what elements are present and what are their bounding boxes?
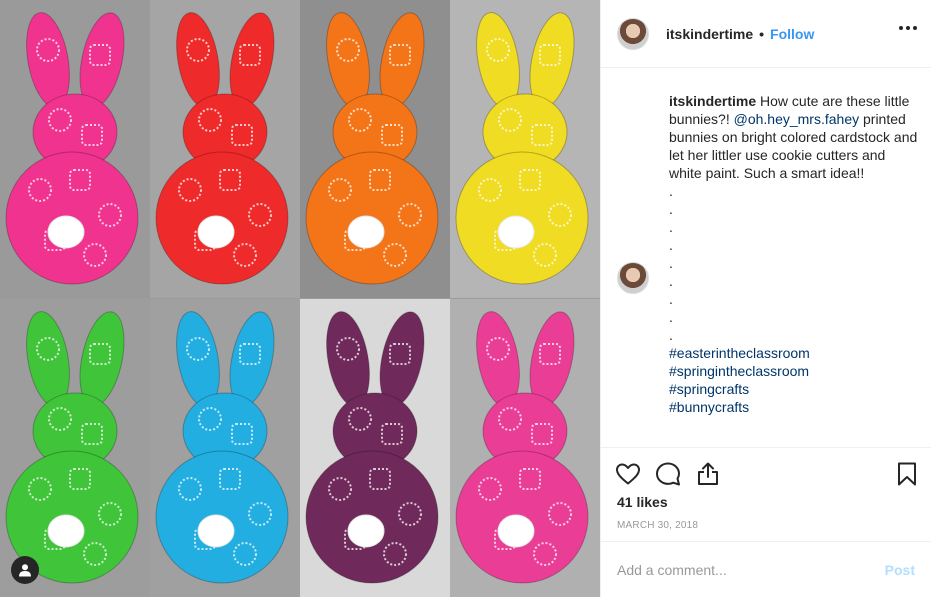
comment-bubble-icon[interactable] (654, 460, 682, 488)
caption-dots: ......... (669, 182, 919, 344)
bunny-panel (450, 299, 600, 597)
bunny-panel (150, 299, 300, 597)
like-count[interactable]: 41 likes (617, 494, 668, 510)
caption-dot: . (669, 309, 673, 325)
user-tag-icon[interactable] (11, 556, 39, 584)
header-separator: • (759, 25, 765, 42)
paper-bunny (305, 311, 439, 584)
caption-area: itskindertime How cute are these little … (617, 80, 917, 442)
paper-bunny (305, 12, 439, 285)
paper-bunny (455, 311, 589, 584)
bookmark-icon[interactable] (893, 460, 921, 488)
post-actions: 41 likes MARCH 30, 2018 (601, 447, 931, 531)
bunny-panel (0, 299, 150, 597)
paper-bunny (5, 12, 139, 285)
heart-icon[interactable] (614, 460, 642, 488)
caption-dot: . (669, 237, 673, 253)
bunny-panel (150, 0, 300, 298)
caption-mention[interactable]: @oh.hey_mrs.fahey (734, 111, 860, 127)
caption-dot: . (669, 327, 673, 343)
caption-dot: . (669, 273, 673, 289)
share-icon[interactable] (694, 460, 722, 488)
caption-dot: . (669, 291, 673, 307)
avatar[interactable] (617, 17, 649, 50)
caption: itskindertime How cute are these little … (669, 92, 919, 416)
paper-bunny (155, 311, 289, 584)
more-options-icon[interactable] (899, 26, 917, 30)
paper-bunny (5, 311, 139, 584)
post-sidebar: itskindertime • Follow itskindertime How… (600, 0, 931, 597)
hashtag-link[interactable]: #springcrafts (669, 381, 749, 397)
header-username[interactable]: itskindertime (666, 26, 753, 42)
bunny-panel (0, 0, 150, 298)
follow-button[interactable]: Follow (770, 26, 814, 42)
action-icons (601, 448, 931, 498)
paper-bunny (455, 12, 589, 285)
post-image[interactable] (0, 0, 600, 597)
caption-username[interactable]: itskindertime (669, 93, 756, 109)
instagram-post: itskindertime • Follow itskindertime How… (0, 0, 931, 597)
caption-hashtags: #easterintheclassroom #springintheclassro… (669, 344, 919, 416)
avatar[interactable] (617, 262, 649, 294)
post-comment-button[interactable]: Post (885, 562, 915, 578)
comment-input[interactable]: Add a comment... (617, 562, 885, 578)
bunny-panel (300, 299, 450, 597)
hashtag-link[interactable]: #easterintheclassroom (669, 345, 810, 361)
bunny-panel (450, 0, 600, 298)
post-header: itskindertime • Follow (601, 0, 931, 68)
hashtag-link[interactable]: #bunnycrafts (669, 399, 749, 415)
caption-dot: . (669, 255, 673, 271)
caption-dot: . (669, 183, 673, 199)
bunny-panel (300, 0, 450, 298)
post-date[interactable]: MARCH 30, 2018 (617, 520, 698, 531)
caption-dot: . (669, 201, 673, 217)
hashtag-link[interactable]: #springintheclassroom (669, 363, 809, 379)
comment-form: Add a comment... Post (601, 541, 931, 597)
paper-bunny (155, 12, 289, 285)
caption-dot: . (669, 219, 673, 235)
